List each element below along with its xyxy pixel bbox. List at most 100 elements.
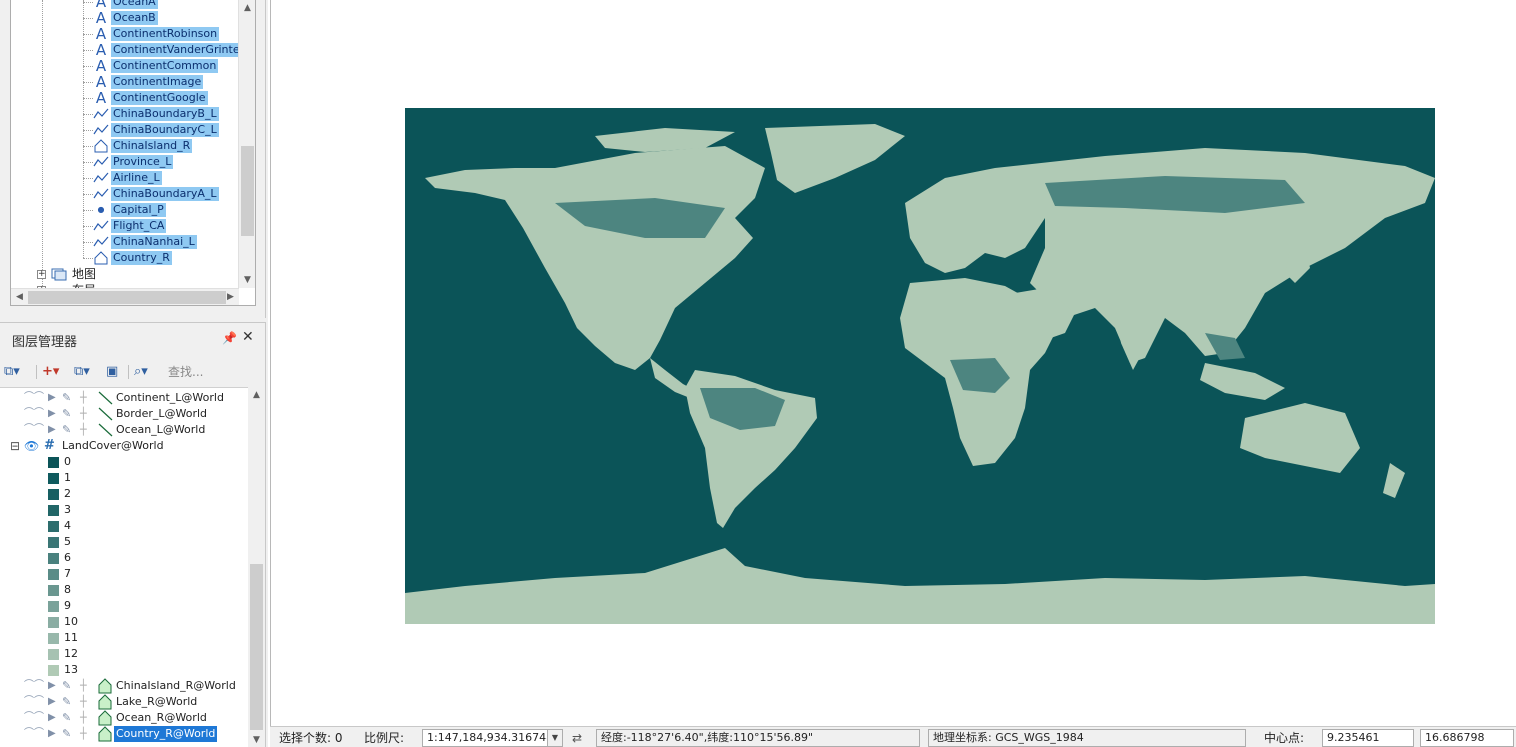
workspace-layer-item[interactable]: A OceanB — [11, 10, 241, 26]
pin-icon[interactable]: 📌 — [222, 331, 237, 345]
tree-node-label: 地图 — [72, 267, 97, 281]
workspace-layer-item[interactable]: ● Capital_P — [11, 202, 241, 218]
editable-toggle-icon[interactable]: ✎ — [62, 695, 71, 708]
visibility-toggle-icon[interactable]: ⌒⌒ — [24, 728, 44, 740]
scroll-thumb[interactable] — [28, 291, 226, 304]
selectable-toggle-icon[interactable]: ▶ — [48, 712, 56, 723]
visibility-toggle-icon[interactable]: 👁 — [24, 438, 39, 454]
workspace-layer-item[interactable]: A ContinentVanderGrinter — [11, 42, 247, 58]
layer-name: Continent_L@World — [116, 391, 224, 404]
layer-row[interactable]: ⌒⌒ ▶ ✎ ┼ Lake_R@World — [0, 694, 246, 710]
world-landcover-map[interactable] — [405, 108, 1435, 624]
visibility-toggle-icon[interactable]: ⌒⌒ — [24, 392, 44, 404]
workspace-layer-item[interactable]: ChinaNanhai_L — [11, 234, 241, 250]
visibility-toggle-icon[interactable]: ⌒⌒ — [24, 408, 44, 420]
snap-toggle-icon[interactable]: ┼ — [80, 679, 87, 692]
selectable-toggle-icon[interactable]: ▶ — [48, 392, 56, 403]
chevron-down-icon[interactable]: ▼ — [547, 729, 563, 747]
point-layer-icon: ● — [97, 205, 105, 214]
expand-icon[interactable]: + — [37, 270, 46, 279]
region-layer-icon — [97, 694, 113, 710]
layer-row[interactable]: ⌒⌒ ▶ ✎ ┼ Ocean_R@World — [0, 710, 246, 726]
workspace-layer-item[interactable]: Province_L — [11, 154, 241, 170]
swap-icon[interactable]: ⇄ — [572, 730, 582, 746]
workspace-layer-item[interactable]: Flight_CA — [11, 218, 241, 234]
workspace-horizontal-scrollbar[interactable]: ◀ ▶ — [11, 288, 239, 305]
workspace-layer-item[interactable]: ChinaIsland_R — [11, 138, 241, 154]
editable-toggle-icon[interactable]: ✎ — [62, 391, 71, 404]
workspace-layer-item[interactable]: ChinaBoundaryB_L — [11, 106, 241, 122]
editable-toggle-icon[interactable]: ✎ — [62, 679, 71, 692]
layer-search-input[interactable]: 查找... — [164, 363, 254, 381]
visibility-toggle-icon[interactable]: ⌒⌒ — [24, 424, 44, 436]
visibility-toggle-icon[interactable]: ⌒⌒ — [24, 712, 44, 724]
selectable-toggle-icon[interactable]: ▶ — [48, 680, 56, 691]
line-layer-icon — [93, 170, 109, 186]
snap-toggle-icon[interactable]: ┼ — [80, 695, 87, 708]
layer-row[interactable]: ⌒⌒ ▶ ✎ ┼ Border_L@World — [0, 406, 246, 422]
snap-toggle-icon[interactable]: ┼ — [80, 391, 87, 404]
snap-toggle-icon[interactable]: ┼ — [80, 711, 87, 724]
scroll-thumb[interactable] — [241, 146, 254, 236]
selectable-toggle-icon[interactable]: ▶ — [48, 408, 56, 419]
layer-row-landcover[interactable]: ⊟ 👁 # LandCover@World — [0, 438, 246, 454]
layer-row[interactable]: ⌒⌒ ▶ ✎ ┼ ChinaIsland_R@World — [0, 678, 246, 694]
workspace-layer-item[interactable]: A ContinentGoogle — [11, 90, 241, 106]
tree-connector — [83, 130, 93, 131]
snap-toggle-icon[interactable]: ┼ — [80, 727, 87, 740]
layer-row[interactable]: ⌒⌒ ▶ ✎ ┼ Country_R@World — [0, 726, 246, 742]
workspace-layer-item[interactable]: A ContinentCommon — [11, 58, 241, 74]
selectable-toggle-icon[interactable]: ▶ — [48, 424, 56, 435]
workspace-layer-item[interactable]: A ContinentRobinson — [11, 26, 241, 42]
workspace-vertical-scrollbar[interactable]: ▲ ▼ — [238, 0, 255, 288]
add-layer-icon[interactable]: +▾ — [42, 363, 59, 381]
tree-connector — [83, 98, 93, 99]
workspace-layer-item[interactable]: ChinaBoundaryA_L — [11, 186, 241, 202]
tree-node-maps[interactable]: + 地图 — [37, 266, 237, 282]
scroll-left-icon[interactable]: ◀ — [11, 289, 28, 305]
map-window[interactable] — [270, 0, 1516, 726]
workspace-layer-item[interactable]: ChinaBoundaryC_L — [11, 122, 241, 138]
scroll-thumb[interactable] — [250, 564, 263, 730]
visibility-toggle-icon[interactable]: ⌒⌒ — [24, 680, 44, 692]
close-icon[interactable]: ✕ — [242, 329, 254, 345]
collapse-icon[interactable]: ⊟ — [10, 438, 20, 454]
editable-toggle-icon[interactable]: ✎ — [62, 711, 71, 724]
scale-input[interactable]: 1:147,184,934.316748 — [422, 729, 548, 747]
workspace-layer-item[interactable]: A OceanA — [11, 0, 241, 10]
tree-connector — [83, 18, 93, 19]
editable-toggle-icon[interactable]: ✎ — [62, 727, 71, 740]
visibility-toggle-icon[interactable]: ⌒⌒ — [24, 696, 44, 708]
legend-swatch — [48, 649, 59, 660]
layer-row[interactable]: ⌒⌒ ▶ ✎ ┼ Ocean_L@World — [0, 422, 246, 438]
scroll-down-icon[interactable]: ▼ — [239, 272, 255, 288]
region-layer-icon — [97, 710, 113, 726]
legend-swatch — [48, 473, 59, 484]
text-layer-icon: A — [95, 25, 107, 43]
selected-count: 选择个数: 0 — [279, 731, 343, 745]
workspace-layer-item[interactable]: Airline_L — [11, 170, 241, 186]
layer-group-icon[interactable]: ⧉▾ — [74, 363, 90, 381]
workspace-layer-item[interactable]: A ContinentImage — [11, 74, 241, 90]
layer-list-scrollbar[interactable]: ▲ ▼ — [248, 387, 265, 747]
search-icon[interactable]: ⌕▾ — [134, 363, 148, 381]
selectable-toggle-icon[interactable]: ▶ — [48, 696, 56, 707]
workspace-layer-item[interactable]: Country_R — [11, 250, 241, 266]
snap-toggle-icon[interactable]: ┼ — [80, 407, 87, 420]
scroll-up-icon[interactable]: ▲ — [239, 0, 255, 16]
editable-toggle-icon[interactable]: ✎ — [62, 423, 71, 436]
center-x-input[interactable]: 9.235461 — [1322, 729, 1414, 747]
snap-toggle-icon[interactable]: ┼ — [80, 423, 87, 436]
scroll-right-icon[interactable]: ▶ — [222, 289, 239, 305]
center-y-input[interactable]: 16.686798 — [1420, 729, 1514, 747]
layer-row[interactable]: ⌒⌒ ▶ ✎ ┼ Continent_L@World — [0, 390, 246, 406]
editable-toggle-icon[interactable]: ✎ — [62, 407, 71, 420]
selectable-toggle-icon[interactable]: ▶ — [48, 728, 56, 739]
layer-label: ChinaNanhai_L — [111, 235, 197, 249]
layer-properties-icon[interactable]: ▣ — [106, 363, 118, 381]
scroll-down-icon[interactable]: ▼ — [248, 732, 265, 747]
scroll-up-icon[interactable]: ▲ — [248, 387, 265, 403]
toolbar-separator — [128, 365, 129, 379]
layer-label: Airline_L — [111, 171, 162, 185]
new-layer-icon[interactable]: ⧉▾ — [4, 363, 20, 381]
